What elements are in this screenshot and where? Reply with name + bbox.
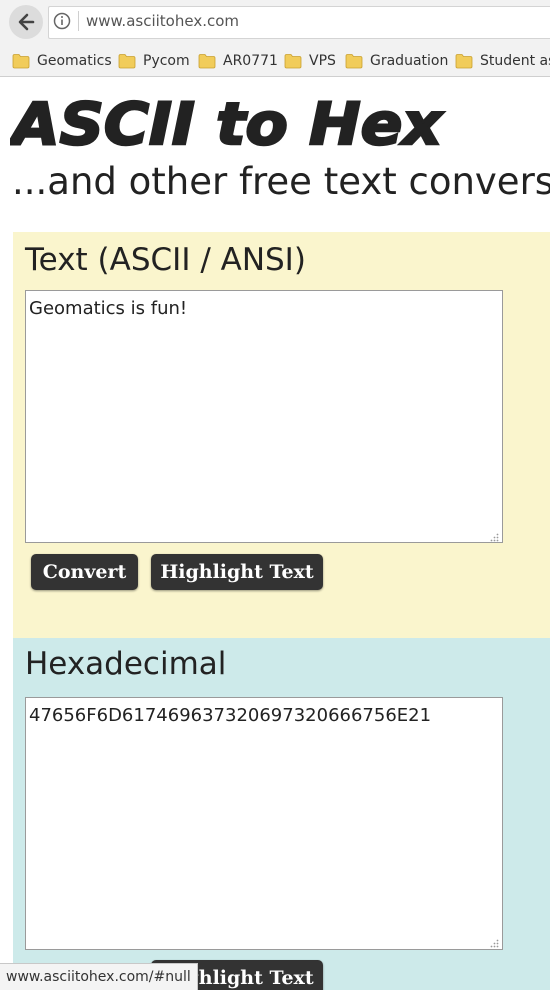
bookmark-geomatics[interactable]: Geomatics [12,51,112,71]
site-logo[interactable]: ASCII to Hex [10,82,450,160]
back-button[interactable] [9,5,43,39]
info-circle-icon[interactable] [53,12,71,30]
logo-text: ASCII to Hex [10,90,444,158]
browser-window: www.asciitohex.com Geomatics Pycom AR077… [0,0,550,990]
bookmark-pycom[interactable]: Pycom [118,51,190,71]
resize-grip-icon[interactable] [489,532,499,542]
folder-icon [345,54,363,69]
bookmark-label: Graduation [370,53,449,69]
folder-icon [118,54,136,69]
folder-icon [198,54,216,69]
bookmark-label: VPS [309,53,336,69]
bookmark-label: Student as [480,53,550,69]
bookmark-vps[interactable]: VPS [284,51,336,71]
bookmark-label: Geomatics [37,53,112,69]
url-divider [78,11,79,31]
bookmark-ar0771[interactable]: AR0771 [198,51,278,71]
hex-textarea[interactable]: 47656F6D617469637320697320666756E21 [25,697,503,950]
arrow-left-icon [18,13,35,31]
site-tagline: ...and other free text convers [12,160,550,203]
hex-heading: Hexadecimal [25,646,227,682]
bookmark-label: AR0771 [223,53,278,69]
address-bar: www.asciitohex.com [0,0,550,44]
bookmark-graduation[interactable]: Graduation [345,51,448,71]
resize-grip-icon[interactable] [489,938,499,948]
ascii-textarea[interactable]: Geomatics is fun! [25,290,503,543]
folder-icon [455,54,473,69]
highlight-text-button[interactable]: Highlight Text [151,554,323,590]
folder-icon [284,54,302,69]
ascii-heading: Text (ASCII / ANSI) [25,242,306,278]
url-text[interactable]: www.asciitohex.com [86,12,239,30]
folder-icon [12,54,30,69]
bookmark-label: Pycom [143,53,190,69]
bookmark-student[interactable]: Student as [455,51,550,71]
status-bar: www.asciitohex.com/#null [0,963,198,990]
hex-panel: Hexadecimal 47656F6D61746963732069732066… [13,638,550,990]
ascii-panel: Text (ASCII / ANSI) Geomatics is fun! Co… [13,232,550,638]
bookmarks-bar: Geomatics Pycom AR0771 VPS Graduation St… [0,44,550,77]
convert-button[interactable]: Convert [31,554,138,590]
